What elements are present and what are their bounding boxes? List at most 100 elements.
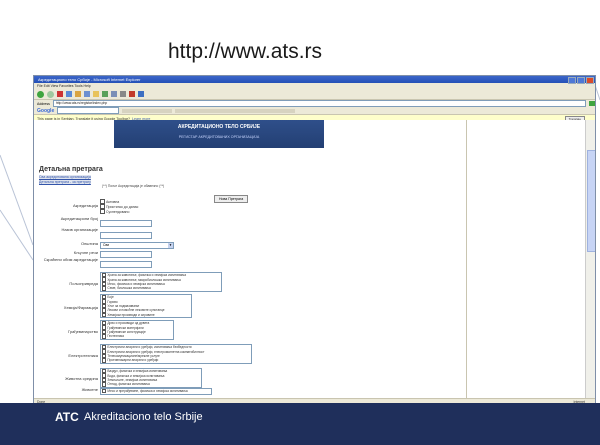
environment-listbox[interactable]: Ваздух, физичка и хемијска испитивања Во… [100,368,202,388]
page-title: Детаљна претрага [39,166,103,173]
option-label: Земљиште, хемијска испитивања [107,377,158,382]
option-label: Месо, физичка и хемијска испитивања [107,281,165,286]
banner-subtitle: РЕГИСТАР АКРЕДИТОВАНИХ ОРГАНИЗАЦИЈА [178,135,260,139]
slide-title: http://www.ats.rs [168,40,323,63]
scope-input[interactable] [100,261,152,268]
mail-icon[interactable] [111,91,117,97]
option-label: Ваздух, физичка и хемијска испитивања [107,369,168,374]
keyword-input[interactable] [100,251,152,258]
list-item[interactable]: Хемијски производи и сировине [101,312,191,317]
new-search-button[interactable]: Нова Претрага [214,195,249,203]
electrical-listbox[interactable]: Електрични апарати и уређаји, испитивања… [100,344,252,364]
back-icon[interactable] [37,90,44,98]
minimize-button[interactable] [568,77,576,84]
label-construction: Грађевинарство [68,329,98,334]
banner-title: АКРЕДИТАЦИОНО ТЕЛО СРБИЈЕ [177,124,261,130]
option-label: Грађевинске конструкције [107,329,146,334]
label-municipality: Општина [81,241,98,246]
stop-icon[interactable] [57,91,63,97]
checkbox-box[interactable] [102,358,107,363]
label-chemistry: Хемија/Фармација [63,305,98,310]
footer-logo: ATC [55,410,79,424]
checkbox-box[interactable] [102,389,107,394]
checkbox-label: Суспендовано [106,209,130,214]
option-label: Храна за животиње, микробиолошка испитив… [107,277,181,282]
browser-toolbar [34,89,595,100]
google-tools[interactable] [175,108,296,113]
checkbox-label: Пристигао до данас [106,204,139,209]
checkbox-suspended[interactable]: Суспендовано [100,209,129,214]
chemistry-listbox[interactable]: Боје Гориво Уље за подмазивање Лекови и … [100,294,192,318]
required-hint: (**) Поље Акредитација је обавезно (**) [102,184,165,188]
label-keyword: Кључне речи [73,250,98,255]
list-item[interactable]: Семе, биолошка испитивања [101,286,221,291]
option-label: Хемијски производи и сировине [107,312,155,317]
option-label: Храна за животиње, физичка и хемијска ис… [107,273,186,278]
nav-links: Сва акредитована организација Детаљна пр… [39,175,91,184]
option-label: Геотехника [107,334,124,339]
org-name-input[interactable] [100,232,152,239]
construction-listbox[interactable]: Дрво и производи од дрвета Грађевински м… [100,320,174,340]
list-item[interactable]: Месо и прерађевине, физичка и хемијска и… [101,389,211,394]
print-icon[interactable] [120,91,126,97]
slide-footer [0,403,600,445]
empty-pane [467,120,585,398]
link-detailed-search[interactable]: Детаљна претрага - за претрагу [39,179,91,184]
vertical-scrollbar[interactable] [585,120,595,398]
option-label: Телекомуникационе/мрежне услуге [107,353,160,358]
footer-text: Akreditaciono telo Srbije [84,411,203,423]
option-label: Противпожарни апарати и уређаји [107,358,159,363]
chevron-down-icon[interactable]: ▼ [168,243,173,248]
option-label: Месо и прерађевине, физичка и хемијска и… [107,389,188,394]
link-all-orgs[interactable]: Сва акредитована организација [39,175,91,180]
word-icon[interactable] [129,91,135,97]
google-logo: Google [37,107,55,114]
checkbox-box[interactable] [102,286,107,291]
window-controls [568,77,594,84]
acc-number-input[interactable] [100,220,152,227]
municipality-select[interactable]: Сви ▼ [100,242,174,249]
list-item[interactable]: Противпожарни апарати и уређаји [101,358,251,363]
home-icon[interactable] [75,91,81,97]
checkbox-box[interactable] [102,312,107,317]
go-icon[interactable] [589,101,595,106]
label-org-name: Назив организације [61,227,98,232]
list-item[interactable]: Геотехника [101,334,173,339]
checkbox-box[interactable] [102,382,107,387]
forward-icon[interactable] [47,90,54,98]
label-environment: Животна средина [65,376,98,381]
option-label: Гориво [107,299,118,304]
checkbox-label: Активна [106,199,120,204]
option-label: Отпад, физичка испитивања [107,382,150,387]
history-icon[interactable] [102,91,108,97]
option-label: Семе, биолошка испитивања [107,286,151,291]
option-label: Електрични апарати и уређаји, испитивања… [107,345,192,350]
google-search-input[interactable] [57,107,120,114]
maximize-button[interactable] [577,77,585,84]
municipality-value: Сви [103,243,110,247]
page-content: АКРЕДИТАЦИОНО ТЕЛО СРБИЈЕ РЕГИСТАР АКРЕД… [34,120,595,398]
site-banner: АКРЕДИТАЦИОНО ТЕЛО СРБИЈЕ РЕГИСТАР АКРЕД… [114,120,324,148]
favorites-icon[interactable] [93,91,99,97]
checkbox-box[interactable] [102,334,107,339]
google-buttons[interactable] [122,108,173,113]
address-input[interactable]: http://www.ats.rs/registar/index.php [52,100,586,107]
window-titlebar: Акредитационо тело Србије - Microsoft In… [34,76,595,84]
address-bar: Address http://www.ats.rs/registar/index… [34,100,595,107]
list-item[interactable]: Отпад, физичка испитивања [101,382,201,387]
agriculture-listbox[interactable]: Храна за животиње, физичка и хемијска ис… [100,272,222,292]
refresh-icon[interactable] [66,91,72,97]
option-label: Уље за подмазивање [107,303,140,308]
checkbox-box[interactable] [100,209,105,214]
option-label: Вода, физичка и хемијска испитивања [107,373,165,378]
address-label: Address [37,101,50,106]
browser-window: Акредитационо тело Србије - Microsoft In… [33,75,596,405]
close-button[interactable] [586,77,594,84]
food-listbox[interactable]: Месо и прерађевине, физичка и хемијска и… [100,388,212,395]
option-label: Дрво и производи од дрвета [107,321,150,326]
option-label: Лекови и помоћне лековите супстанце [107,308,165,313]
search-icon[interactable] [84,91,90,97]
google-toolbar: Google [34,107,595,115]
scrollbar-thumb[interactable] [587,150,595,252]
messenger-icon[interactable] [138,91,144,97]
